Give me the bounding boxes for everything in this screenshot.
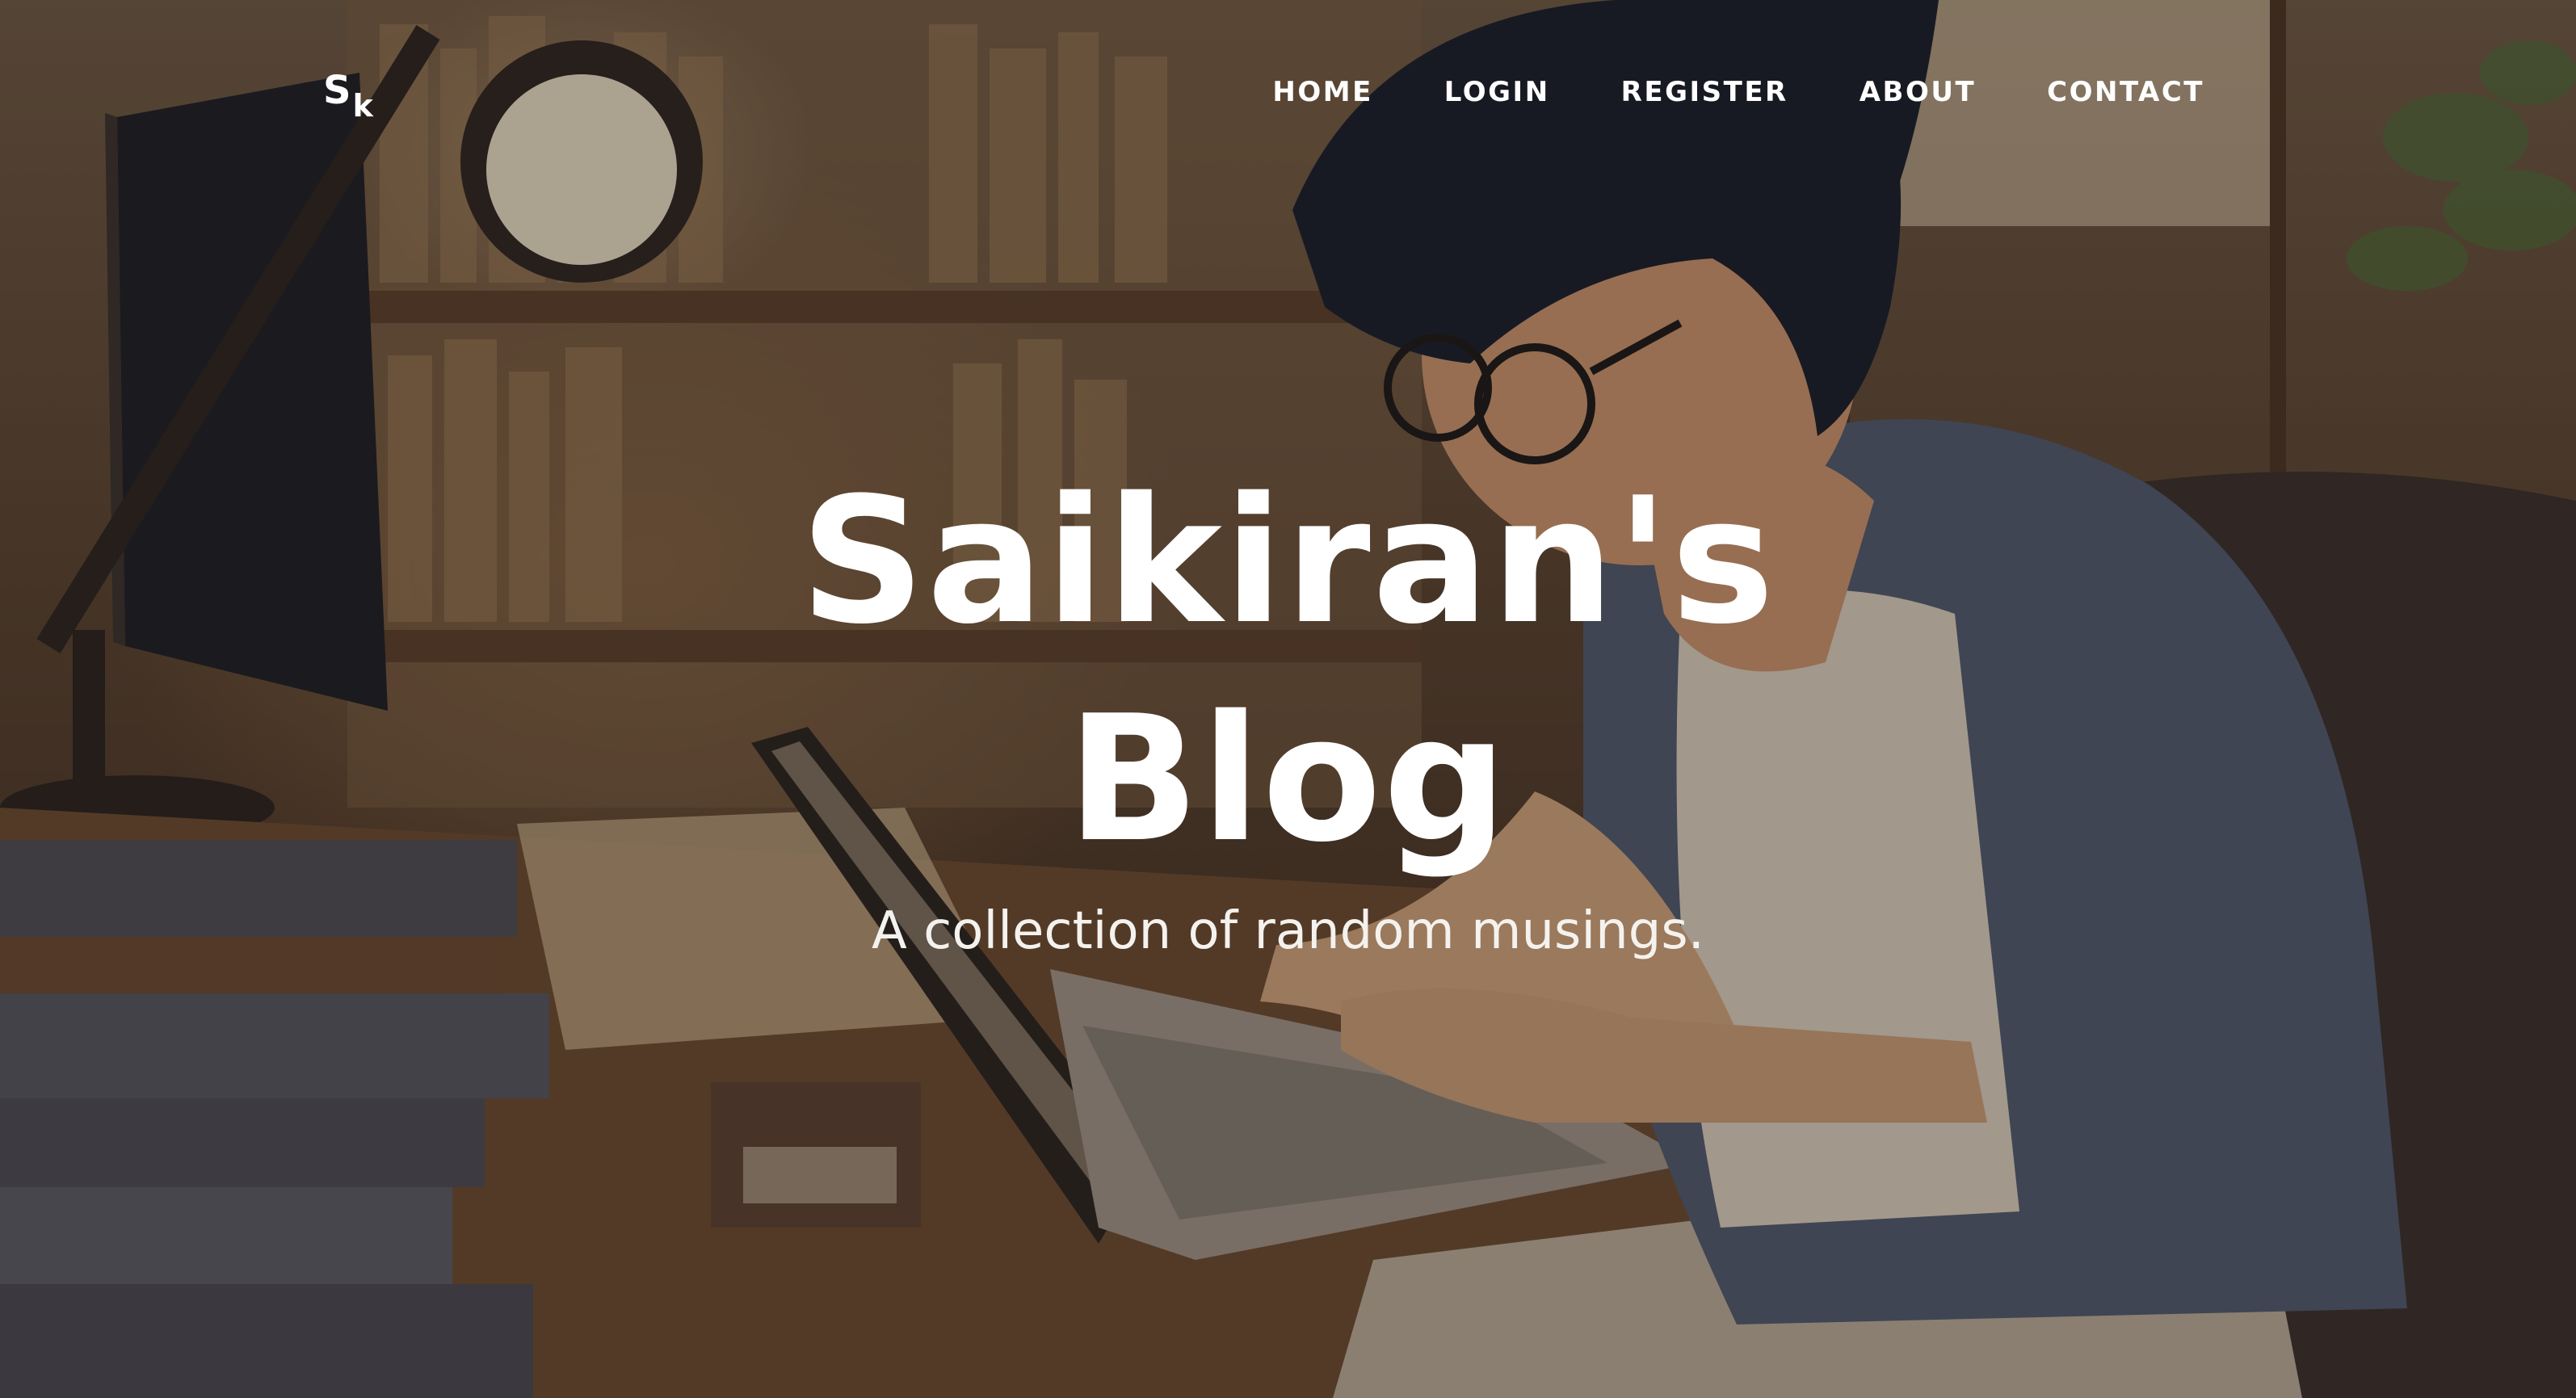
brand-logo[interactable]: Sk bbox=[323, 68, 373, 121]
nav-link-home[interactable]: HOME bbox=[1272, 76, 1372, 108]
top-navigation: Sk HOME LOGIN REGISTER ABOUT CONTACT bbox=[0, 0, 2576, 186]
brand-logo-sub: k bbox=[352, 88, 373, 124]
nav-links: HOME LOGIN REGISTER ABOUT CONTACT bbox=[1201, 76, 2204, 108]
site-title-line-1: Saikiran's bbox=[800, 460, 1776, 662]
site-title-line-2: Blog bbox=[1066, 678, 1510, 880]
site-subtitle: A collection of random musings. bbox=[871, 901, 1705, 961]
nav-link-about[interactable]: ABOUT bbox=[1860, 76, 1976, 108]
nav-link-login[interactable]: LOGIN bbox=[1444, 76, 1550, 108]
nav-link-register[interactable]: REGISTER bbox=[1621, 76, 1788, 108]
brand-logo-main: S bbox=[323, 68, 351, 113]
hero-section: Sk HOME LOGIN REGISTER ABOUT CONTACT Sai… bbox=[0, 0, 2576, 1398]
nav-link-contact[interactable]: CONTACT bbox=[2047, 76, 2204, 108]
site-heading: Saikiran's Blog A collection of random m… bbox=[0, 452, 2576, 961]
site-title: Saikiran's Blog bbox=[0, 452, 2576, 888]
